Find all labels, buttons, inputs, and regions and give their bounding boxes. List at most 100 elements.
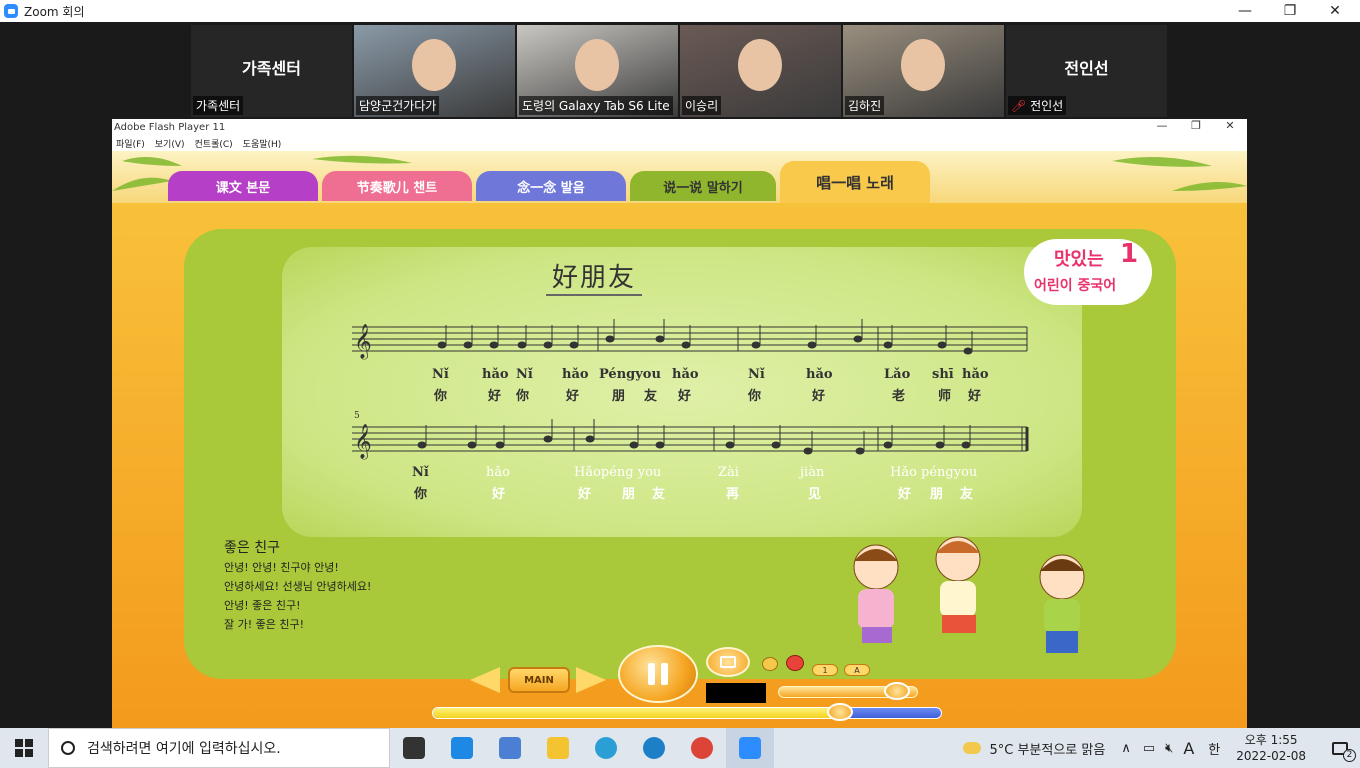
close-button[interactable]: ✕ [1312, 0, 1358, 22]
taskbar-search-input[interactable]: 검색하려면 여기에 입력하십시오. [48, 728, 390, 768]
next-button[interactable] [576, 667, 606, 693]
hanzi-char: 老 [892, 389, 906, 404]
repeat-one-button[interactable]: 1 [812, 664, 838, 676]
record-off-icon[interactable] [762, 657, 778, 671]
start-button[interactable] [0, 728, 48, 768]
pinyin-word: Péngyou [599, 367, 661, 382]
file-explorer-icon-glyph [547, 737, 569, 759]
participant-name: 가족센터 [196, 99, 241, 113]
note-head [463, 341, 473, 349]
participant-name: 이승리 [685, 99, 719, 113]
note-head [963, 347, 973, 355]
flash-menu-bar: 파일(F) 보기(V) 컨트롤(C) 도움말(H) [112, 135, 1247, 151]
note-head [681, 341, 691, 349]
note-head [961, 441, 971, 449]
menu-file[interactable]: 파일(F) [116, 137, 145, 150]
participant-tile[interactable]: 전인선 🎤︎ 전인선 [1006, 25, 1167, 117]
task-view-icon[interactable] [390, 728, 438, 768]
pause-button[interactable] [618, 645, 698, 703]
weather-text[interactable]: 5°C 부분적으로 맑음 [989, 739, 1105, 758]
participant-tile[interactable]: 이승리 [680, 25, 841, 117]
participant-face [901, 39, 945, 91]
note-head [467, 441, 477, 449]
pinyin-word: hǎo [672, 367, 699, 382]
flash-minimize-button[interactable]: — [1145, 119, 1179, 132]
notification-center-button[interactable]: 2 [1320, 728, 1360, 768]
participant-name-tag: 담양군건가다가 [356, 96, 440, 115]
minimize-button[interactable]: — [1222, 0, 1268, 22]
volume-knob[interactable] [884, 682, 910, 700]
taskbar-clock[interactable]: 오후 1:55 2022-02-08 [1236, 732, 1306, 764]
note-head [937, 341, 947, 349]
language-indicator[interactable]: 한 [1208, 739, 1220, 758]
hanzi-char: 你 [414, 487, 428, 502]
pinyin-word: hǎo [962, 367, 989, 382]
zoom-app-icon[interactable] [726, 728, 774, 768]
settings-app-icon[interactable] [486, 728, 534, 768]
note-head [803, 447, 813, 455]
progress-knob[interactable] [827, 703, 853, 721]
file-explorer-icon[interactable] [534, 728, 582, 768]
pinyin-word: hǎo [486, 465, 510, 480]
repeat-all-button[interactable]: A [844, 664, 870, 676]
weather-icon[interactable] [963, 742, 982, 754]
maximize-button[interactable]: ❐ [1267, 0, 1313, 22]
lyrics-line: 안녕하세요! 선생님 안녕하세요! [224, 580, 372, 593]
hanzi-char: 朋 [622, 487, 636, 502]
treble-clef-icon: 𝄞 [354, 424, 372, 460]
previous-button[interactable] [470, 667, 500, 693]
internet-explorer-icon-glyph [595, 737, 617, 759]
pause-icon-bar [661, 663, 668, 685]
flash-close-button[interactable]: ✕ [1213, 119, 1247, 132]
zoom-window-title: Zoom 회의 [24, 4, 85, 19]
network-icon[interactable]: ▭ [1143, 741, 1155, 756]
menu-view[interactable]: 보기(V) [155, 137, 185, 150]
hanzi-char: 好 [678, 389, 692, 404]
menu-control[interactable]: 컨트롤(C) [195, 137, 233, 150]
note-head [495, 441, 505, 449]
app-icon-blue[interactable] [438, 728, 486, 768]
note-head [855, 447, 865, 455]
flash-maximize-button[interactable]: ❐ [1179, 119, 1213, 132]
participant-face [738, 39, 782, 91]
record-icon[interactable] [786, 655, 804, 671]
volume-muted-icon[interactable]: 🔇︎ [1165, 741, 1173, 756]
hanzi-char: 好 [566, 389, 580, 404]
lyrics-title: 좋은 친구 [224, 540, 280, 556]
note-head [883, 441, 893, 449]
hanzi-char: 好 [968, 389, 982, 404]
edge-icon[interactable] [630, 728, 678, 768]
note-head [489, 341, 499, 349]
note-head [655, 335, 665, 343]
participant-tile[interactable]: 도령의 Galaxy Tab S6 Lite [517, 25, 678, 117]
windows-taskbar: 검색하려면 여기에 입력하십시오. 5°C 부분적으로 맑음 ∧ ▭ 🔇︎ A … [0, 728, 1360, 768]
pinyin-word: Lǎo [884, 367, 911, 382]
participant-tile[interactable]: 가족센터 가족센터 [191, 25, 352, 117]
internet-explorer-icon[interactable] [582, 728, 630, 768]
time-display [706, 683, 766, 703]
participant-name: 담양군건가다가 [359, 99, 437, 113]
menu-help[interactable]: 도움말(H) [243, 137, 282, 150]
main-button[interactable]: MAIN [508, 667, 570, 693]
participant-center-name: 가족센터 [242, 59, 301, 78]
participant-tile[interactable]: 김하진 [843, 25, 1004, 117]
participant-center-name: 전인선 [1064, 59, 1109, 78]
hanzi-char: 你 [516, 389, 530, 404]
hanzi-char: 师 [938, 389, 952, 404]
note-head [751, 341, 761, 349]
pinyin-word: Nǐ [748, 367, 765, 382]
pinyin-word: Zài [718, 465, 739, 480]
participant-tile[interactable]: 담양군건가다가 [354, 25, 515, 117]
progress-fill [433, 708, 840, 718]
note-head [935, 441, 945, 449]
pinyin-word: Hǎo péngyou [890, 465, 978, 480]
chrome-icon[interactable] [678, 728, 726, 768]
ime-indicator[interactable]: A [1183, 739, 1194, 758]
progress-bar[interactable] [432, 707, 942, 719]
participant-name-tag: 김하진 [845, 96, 885, 115]
hanzi-char: 你 [434, 389, 448, 404]
stop-button[interactable] [706, 647, 750, 677]
chevron-up-icon[interactable]: ∧ [1121, 741, 1131, 756]
note-head [629, 441, 639, 449]
pinyin-word: shī [932, 367, 954, 382]
